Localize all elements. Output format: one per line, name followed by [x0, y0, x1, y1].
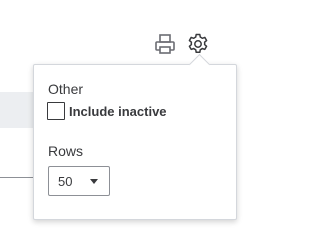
rows-select-value: 50 — [58, 174, 73, 189]
rows-heading: Rows — [48, 143, 84, 159]
popover-arrow — [188, 53, 211, 76]
include-inactive-option[interactable]: Include inactive — [47, 102, 167, 120]
rows-per-page-select[interactable]: 50 — [48, 166, 110, 196]
printer-icon[interactable] — [154, 33, 176, 55]
settings-popover: Other Include inactive Rows 50 — [33, 53, 237, 220]
other-heading: Other — [48, 81, 84, 97]
caret-down-icon — [90, 179, 98, 184]
include-inactive-label[interactable]: Include inactive — [69, 104, 167, 119]
include-inactive-checkbox[interactable] — [47, 102, 65, 120]
gear-icon[interactable] — [186, 32, 210, 56]
